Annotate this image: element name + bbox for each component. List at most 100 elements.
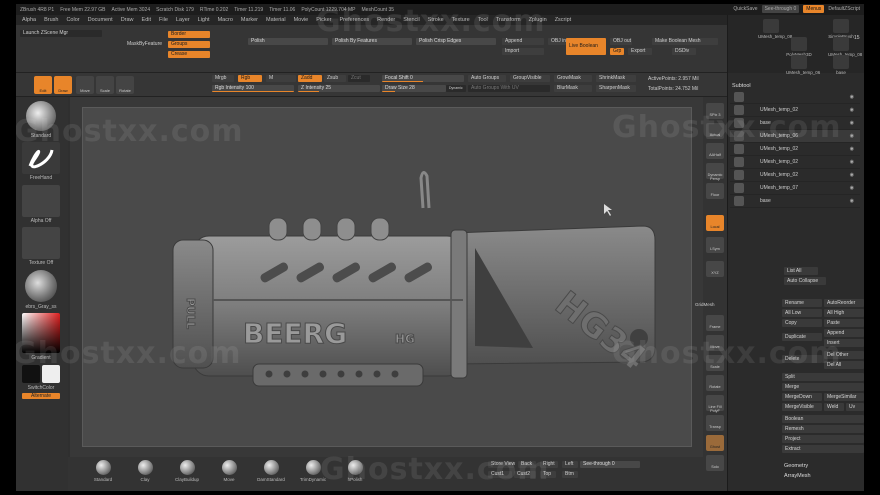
crease-button[interactable]: Crease (168, 51, 210, 58)
menu-texture[interactable]: Texture (452, 17, 470, 23)
tool-thumb[interactable]: UMesh_temp_06 (786, 55, 820, 75)
all-low-button[interactable]: All Low (782, 309, 822, 317)
menu-transform[interactable]: Transform (496, 17, 521, 23)
del-all-button[interactable]: Del All (824, 361, 864, 369)
persp-button[interactable]: Dynamic Persp (706, 163, 724, 181)
copy-button[interactable]: Copy (782, 319, 822, 327)
menu-zplugin[interactable]: Zplugin (529, 17, 547, 23)
brush-thumbnail[interactable] (26, 101, 56, 131)
edit-button[interactable]: Edit (34, 76, 52, 94)
tool-thumb[interactable]: SimpleBrush (828, 19, 854, 39)
grp-button[interactable]: Grp (610, 48, 624, 55)
draw-button[interactable]: Draw (54, 76, 72, 94)
eye-icon[interactable]: ◉ (850, 185, 854, 191)
viewport[interactable]: HG34 BEERG HG PULL (70, 97, 703, 457)
merge-button[interactable]: Merge (782, 383, 864, 391)
subtool-item[interactable]: UMesh_temp_02 ◉ (730, 169, 860, 182)
dynamic-button[interactable]: Dynamic (446, 85, 466, 92)
list-all-button[interactable]: List All (784, 267, 818, 275)
live-boolean-button[interactable]: Live Boolean (566, 38, 606, 55)
menu-light[interactable]: Light (198, 17, 210, 23)
scale-view-button[interactable]: Scale (706, 355, 724, 371)
material-thumbnail[interactable] (25, 270, 57, 302)
texture-thumbnail[interactable] (22, 227, 60, 259)
brush-trimdynamic[interactable]: TrimDynamic (298, 460, 328, 482)
eye-icon[interactable]: ◉ (850, 159, 854, 165)
eye-icon[interactable]: ◉ (850, 120, 854, 126)
menu-alpha[interactable]: Alpha (22, 17, 36, 23)
grow-mask-button[interactable]: GrowMask (554, 75, 592, 82)
dsdiv-slider[interactable]: DSDiv (672, 48, 696, 55)
rotate-button[interactable]: Rotate (116, 76, 134, 94)
zsub-button[interactable]: Zsub (324, 75, 346, 82)
tool-thumb[interactable]: UMesh_temp_08 (758, 19, 792, 39)
subtool-item[interactable]: base ◉ (730, 117, 860, 130)
top-view-button[interactable]: Top (540, 471, 556, 478)
color-picker[interactable] (22, 313, 60, 353)
mrgb-button[interactable]: Mrgb (212, 75, 234, 82)
aahalf-button[interactable]: AAHalf (706, 143, 724, 159)
eye-icon[interactable]: ◉ (850, 94, 854, 100)
stroke-thumbnail[interactable] (22, 142, 60, 174)
menu-brush[interactable]: Brush (44, 17, 58, 23)
menu-macro[interactable]: Macro (218, 17, 233, 23)
menu-movie[interactable]: Movie (294, 17, 309, 23)
brush-hpolish[interactable]: hPolish (340, 460, 370, 482)
sharpen-mask-button[interactable]: SharpenMask (596, 85, 636, 92)
subtool-item[interactable]: ◉ (730, 91, 860, 104)
cust1-view-button[interactable]: Cust1 (488, 471, 512, 478)
switch-color-button[interactable]: SwitchColor (22, 385, 60, 391)
tool-thumb[interactable]: UMesh_temp_08 (828, 37, 862, 57)
seethrough-slider[interactable]: See-through 0 (761, 5, 800, 13)
group-visible-button[interactable]: GroupVisible (510, 75, 550, 82)
bottom-seethrough-slider[interactable]: See-through 0 (580, 461, 640, 468)
spix-button[interactable]: SPix 3 (706, 103, 724, 119)
lsym-button[interactable]: LSym (706, 237, 724, 253)
delete-button[interactable]: Delete (782, 355, 822, 363)
paste-button[interactable]: Paste (824, 319, 864, 327)
document-canvas[interactable]: HG34 BEERG HG PULL (82, 107, 692, 447)
script-button[interactable]: DefaultZScript (828, 6, 860, 12)
solo-button[interactable]: Solo (706, 455, 724, 471)
menu-tool[interactable]: Tool (478, 17, 488, 23)
append-subtool-button[interactable]: Append (824, 329, 864, 337)
menu-edit[interactable]: Edit (142, 17, 151, 23)
rgb-button[interactable]: Rgb (238, 75, 262, 82)
rename-button[interactable]: Rename (782, 299, 822, 307)
append-button[interactable]: Append (502, 38, 544, 45)
menu-render[interactable]: Render (377, 17, 395, 23)
quicksave-button[interactable]: QuickSave (733, 6, 757, 12)
extract-button[interactable]: Extract (782, 445, 864, 453)
zcut-button[interactable]: Zcut (348, 75, 370, 82)
tool-thumb[interactable]: base (828, 55, 854, 75)
project-button[interactable]: Project (782, 435, 864, 443)
gridmesh-label[interactable]: GridMesh (695, 302, 715, 307)
local-button[interactable]: Local (706, 215, 724, 231)
auto-groups-button[interactable]: Auto Groups (468, 75, 506, 82)
move-view-button[interactable]: Move (706, 335, 724, 351)
btm-view-button[interactable]: Btm (562, 471, 578, 478)
subtool-header[interactable]: Subtool (732, 83, 751, 89)
subtool-item-selected[interactable]: UMesh_temp_06 ◉ (730, 130, 860, 143)
eye-icon[interactable]: ◉ (850, 133, 854, 139)
subtool-item[interactable]: UMesh_temp_02 ◉ (730, 143, 860, 156)
secondary-color-swatch[interactable] (42, 365, 60, 383)
menu-stencil[interactable]: Stencil (403, 17, 420, 23)
menu-preferences[interactable]: Preferences (340, 17, 370, 23)
grenade-model[interactable]: HG34 BEERG HG PULL (83, 108, 693, 448)
subtool-item[interactable]: UMesh_temp_02 ◉ (730, 104, 860, 117)
auto-collapse-button[interactable]: Auto Collapse (784, 277, 826, 285)
alpha-thumbnail[interactable] (22, 185, 60, 217)
polish-slider[interactable]: Polish (248, 38, 328, 45)
boolean-button[interactable]: Boolean (782, 415, 864, 423)
auto-reorder-button[interactable]: AutoReorder (824, 299, 864, 307)
brush-damstandard[interactable]: DamStandard (256, 460, 286, 482)
subtool-item[interactable]: base ◉ (730, 195, 860, 208)
menu-zscript[interactable]: Zscript (555, 17, 572, 23)
menu-color[interactable]: Color (66, 17, 79, 23)
menu-marker[interactable]: Marker (241, 17, 258, 23)
store-view-button[interactable]: Store View (488, 461, 515, 468)
back-view-button[interactable]: Back (518, 461, 536, 468)
right-view-button[interactable]: Right (540, 461, 558, 468)
brush-clay[interactable]: Clay (130, 460, 160, 482)
